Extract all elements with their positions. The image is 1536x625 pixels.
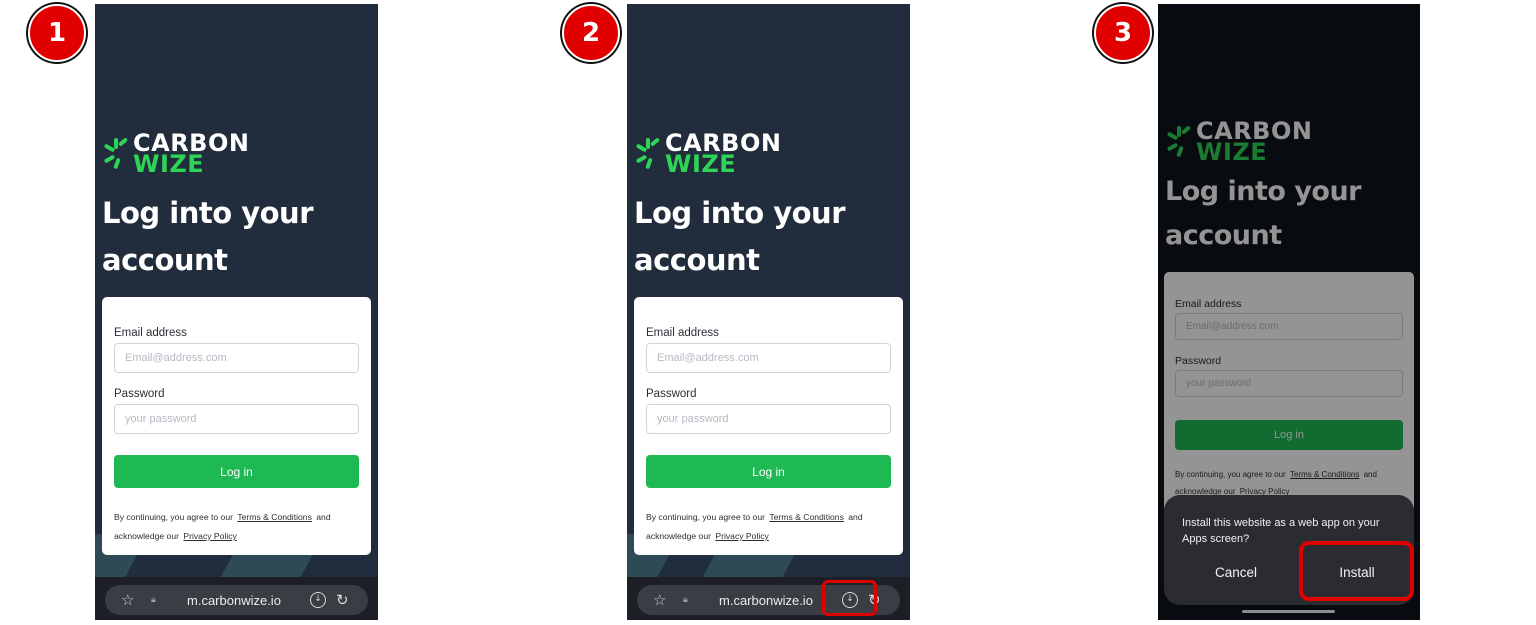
terms-link[interactable]: Terms & Conditions [769, 512, 844, 522]
legal-text: By continuing, you agree to our Terms & … [114, 508, 366, 546]
install-dialog: Install this website as a web app on you… [1164, 495, 1414, 605]
step-badge-2: 2 [562, 4, 620, 62]
terms-link[interactable]: Terms & Conditions [237, 512, 312, 522]
step-badge-1: 1 [28, 4, 86, 62]
password-field[interactable]: your password [646, 404, 891, 434]
logo-mark-icon [633, 132, 661, 176]
legal-prefix: By continuing, you agree to our [646, 512, 765, 522]
phone-screen-step-1: CARBON WIZE Log into your account Email … [95, 4, 378, 620]
download-button-highlight [822, 580, 877, 616]
logo-text-wize: WIZE [665, 150, 737, 178]
step-badge-3: 3 [1094, 4, 1152, 62]
carbonwize-logo: CARBON WIZE [633, 131, 781, 178]
lock-icon: 🔒︎ [151, 595, 156, 605]
star-icon[interactable]: ☆ [653, 591, 666, 609]
login-card: Email address Email@address.com Password… [102, 297, 371, 555]
install-button-highlight [1299, 541, 1414, 601]
email-label: Email address [646, 327, 719, 339]
page-title: Log into your account [634, 196, 846, 277]
legal-text: By continuing, you agree to our Terms & … [646, 508, 898, 546]
lock-icon: 🔒︎ [683, 595, 688, 605]
email-label: Email address [114, 327, 187, 339]
legal-prefix: By continuing, you agree to our [114, 512, 233, 522]
phone-screen-step-3: CARBON WIZE Log into your account Email … [1158, 4, 1420, 620]
login-button[interactable]: Log in [646, 455, 891, 488]
login-card: Email address Email@address.com Password… [634, 297, 903, 555]
email-field[interactable]: Email@address.com [646, 343, 891, 373]
carbonwize-logo: CARBON WIZE [101, 131, 249, 178]
url-text[interactable]: m.carbonwize.io [719, 593, 813, 608]
password-field[interactable]: your password [114, 404, 359, 434]
login-button[interactable]: Log in [114, 455, 359, 488]
cancel-button[interactable]: Cancel [1172, 550, 1300, 594]
logo-text-wize: WIZE [133, 150, 205, 178]
password-label: Password [114, 388, 165, 400]
download-icon[interactable]: ↓ [310, 592, 326, 608]
page-title: Log into your account [102, 196, 314, 277]
home-indicator[interactable] [1242, 610, 1335, 613]
email-field[interactable]: Email@address.com [114, 343, 359, 373]
address-bar[interactable]: ☆ 🔒︎ m.carbonwize.io ↓ ↻ [105, 585, 368, 615]
privacy-link[interactable]: Privacy Policy [183, 531, 236, 541]
phone-screen-step-2: CARBON WIZE Log into your account Email … [627, 4, 910, 620]
browser-toolbar: ☆ 🔒︎ m.carbonwize.io ↓ ↻ [95, 577, 378, 620]
url-text[interactable]: m.carbonwize.io [187, 593, 281, 608]
star-icon[interactable]: ☆ [121, 591, 134, 609]
password-label: Password [646, 388, 697, 400]
logo-mark-icon [101, 132, 129, 176]
reload-icon[interactable]: ↻ [336, 591, 349, 609]
privacy-link[interactable]: Privacy Policy [715, 531, 768, 541]
